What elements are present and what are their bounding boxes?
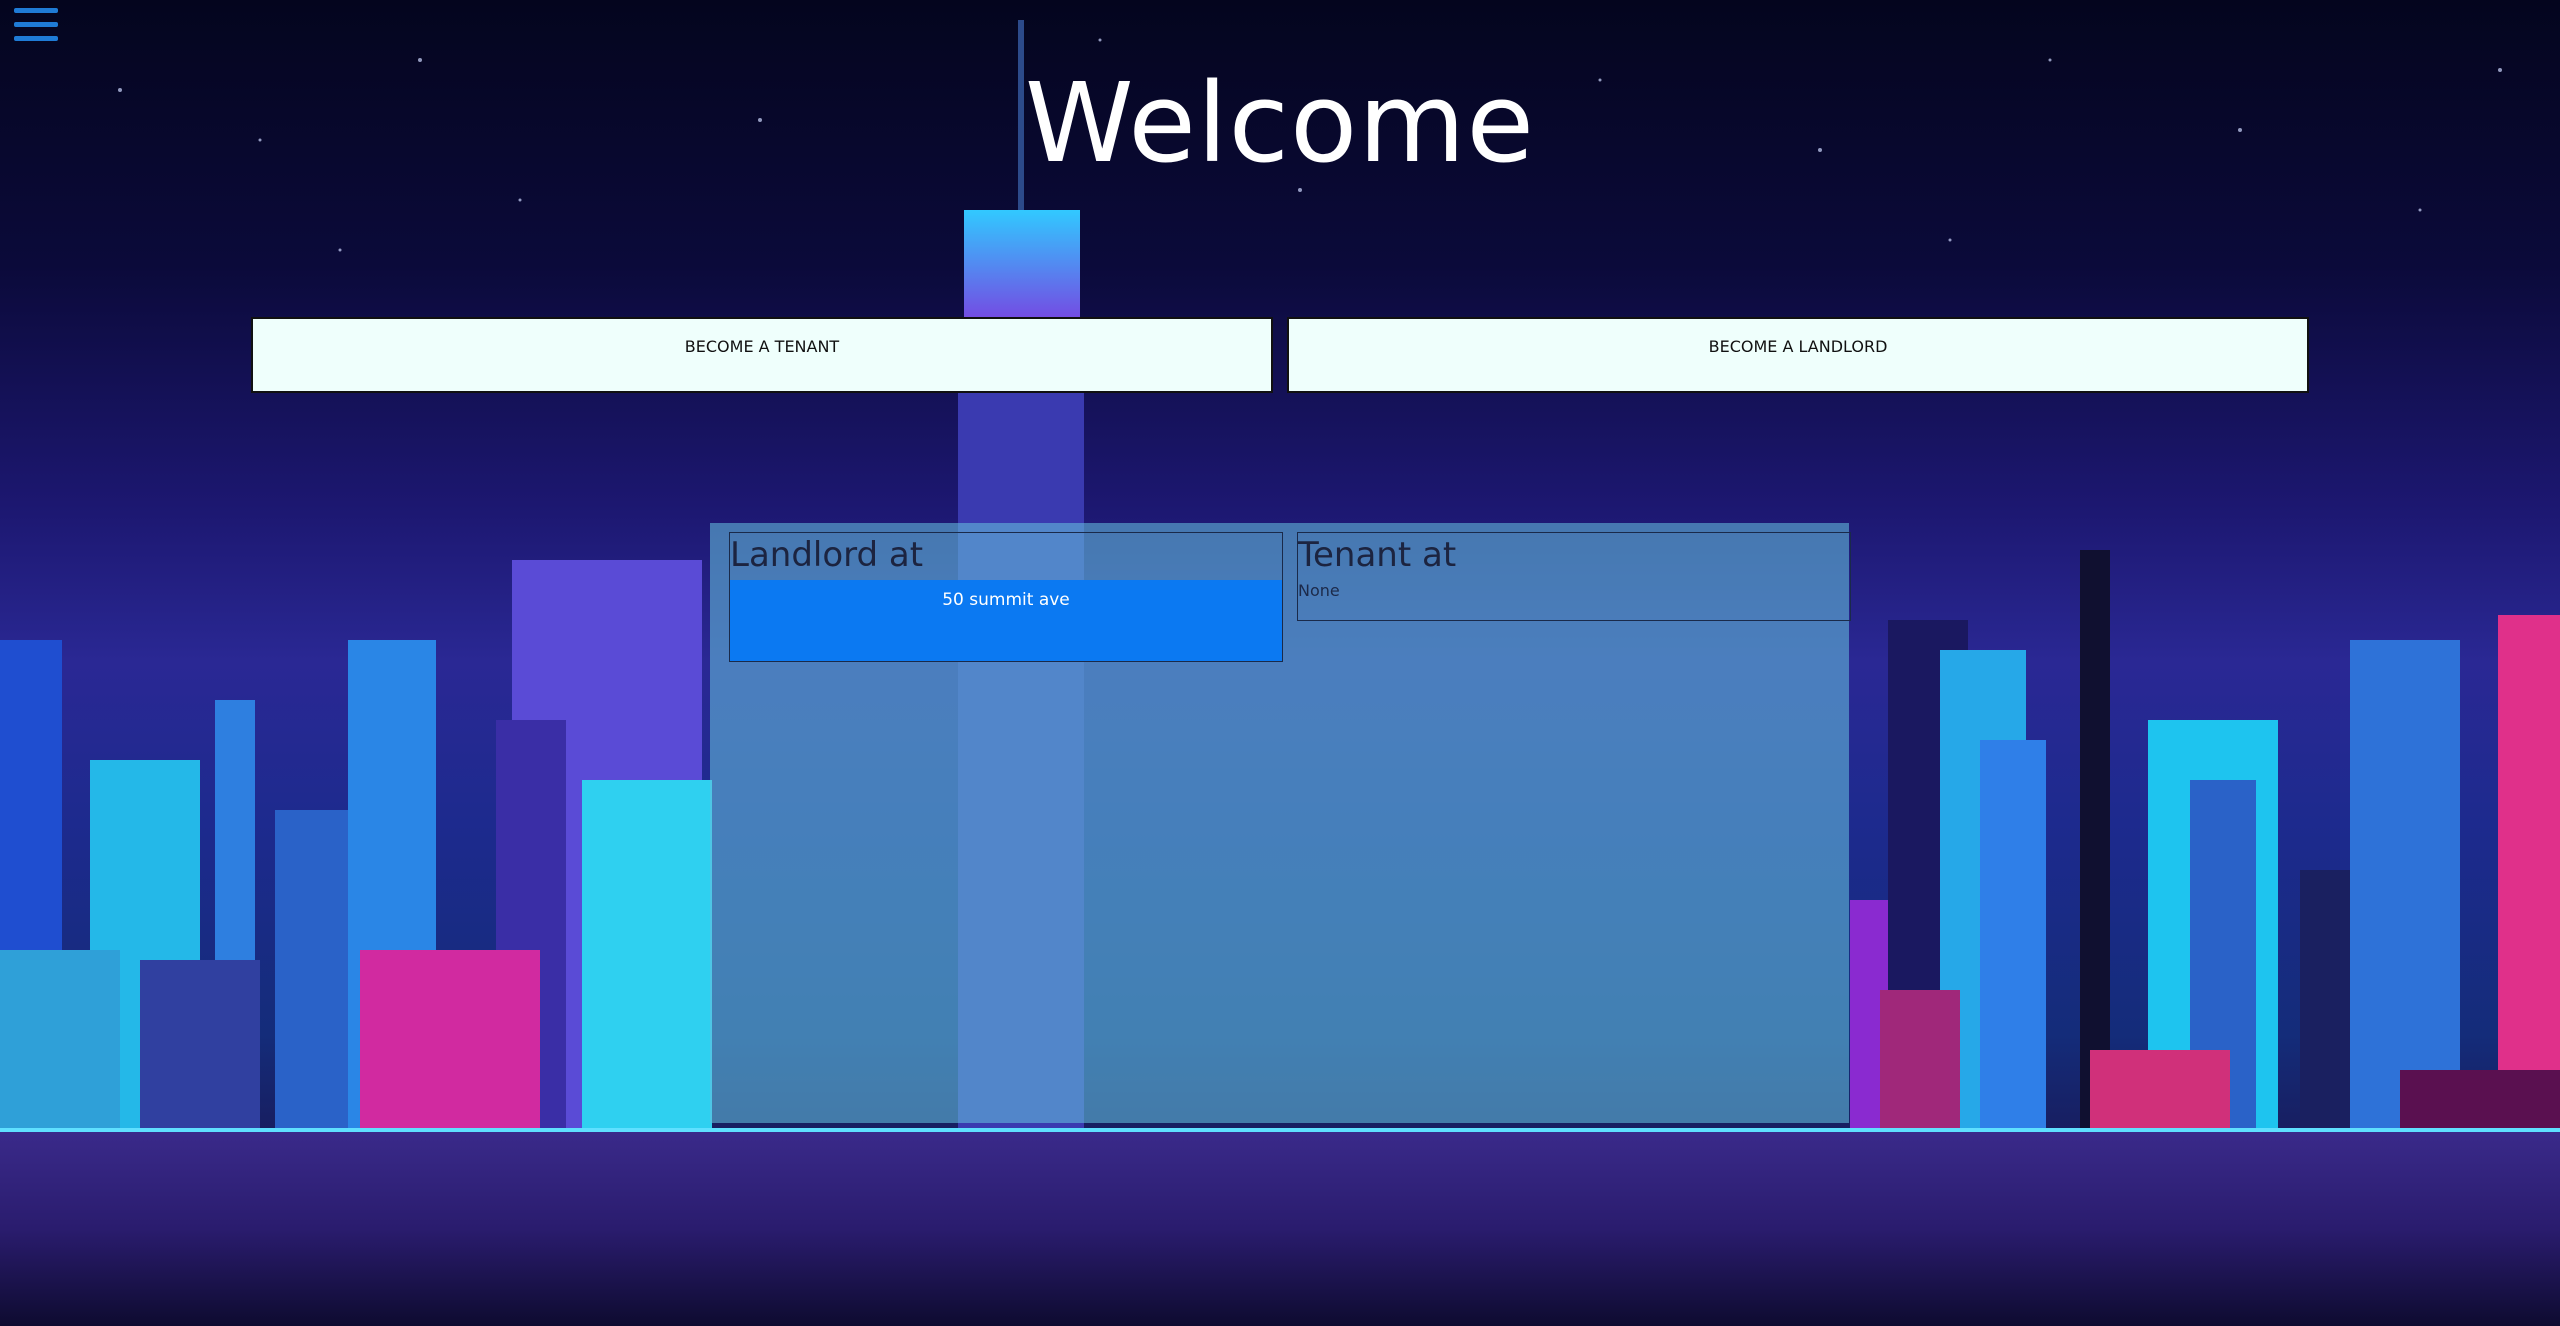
landlord-heading: Landlord at: [730, 535, 924, 575]
become-tenant-button[interactable]: BECOME A TENANT: [251, 317, 1273, 393]
landlord-section: Landlord at 50 summit ave: [729, 532, 1283, 662]
tenant-status-text: None: [1298, 581, 1340, 600]
become-landlord-button[interactable]: BECOME A LANDLORD: [1287, 317, 2309, 393]
menu-bar: [14, 8, 58, 13]
property-button[interactable]: 50 summit ave: [730, 580, 1282, 661]
menu-bar: [14, 36, 58, 41]
tenant-section: Tenant at None: [1297, 532, 1851, 621]
hamburger-menu-icon[interactable]: [14, 8, 58, 48]
page-title: Welcome: [1024, 59, 1536, 187]
properties-panel: Landlord at 50 summit ave Tenant at None: [710, 523, 1851, 1123]
tenant-heading: Tenant at: [1298, 535, 1457, 575]
menu-bar: [14, 22, 58, 27]
